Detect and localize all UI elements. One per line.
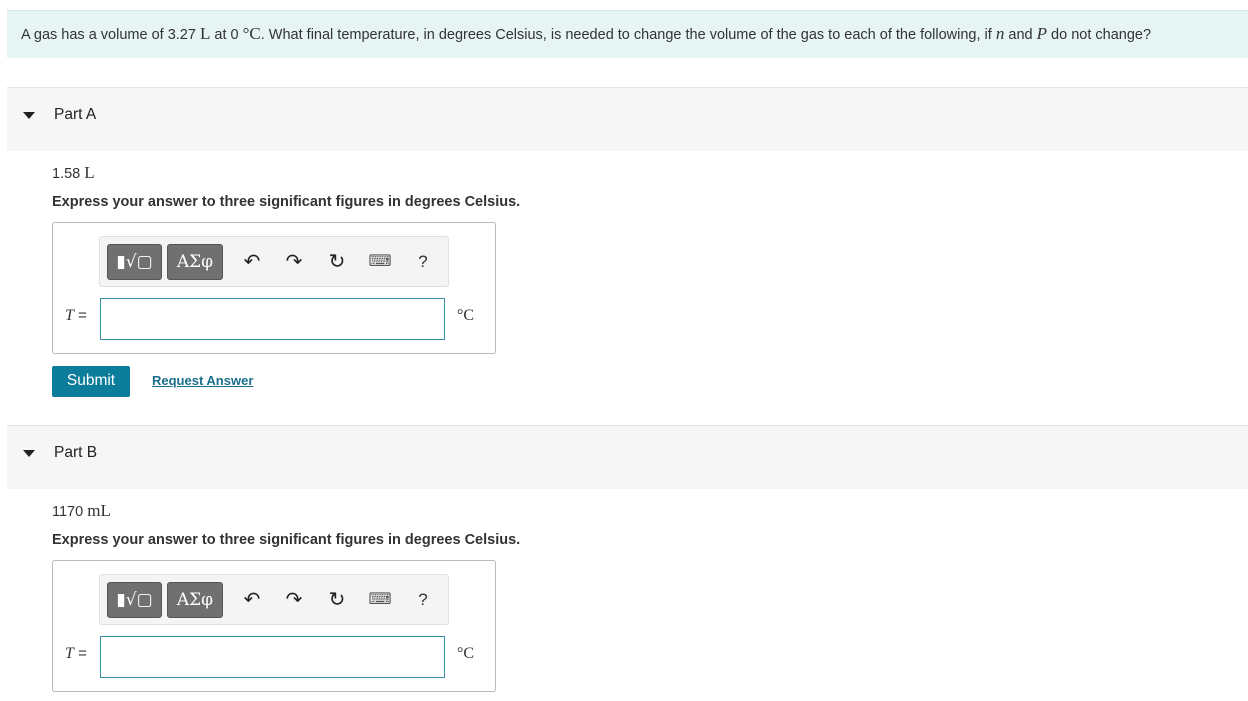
part-b-given: 1170 mL	[52, 501, 111, 521]
problem-text: and	[1008, 27, 1033, 43]
problem-text: do not change?	[1051, 27, 1152, 43]
part-b-answer-input[interactable]	[100, 636, 445, 678]
part-title: Part A	[54, 106, 97, 123]
keyboard-icon[interactable]: ⌨	[367, 587, 393, 613]
submit-button[interactable]: Submit	[52, 366, 130, 397]
answer-unit: °C	[457, 645, 475, 662]
help-icon[interactable]: ?	[410, 587, 436, 613]
given-unit: L	[84, 163, 95, 182]
undo-icon[interactable]: ↶	[239, 249, 265, 275]
part-a-given: 1.58 L	[52, 163, 95, 183]
part-a-answer-input[interactable]	[100, 298, 445, 340]
equals-sign: =	[78, 307, 87, 324]
keyboard-icon[interactable]: ⌨	[367, 249, 393, 275]
redo-icon[interactable]: ↷	[281, 587, 307, 613]
answer-variable-label: T =	[65, 645, 87, 663]
answer-unit: °C	[457, 307, 475, 324]
variable-n: n	[995, 24, 1005, 43]
undo-icon[interactable]: ↶	[239, 587, 265, 613]
reset-icon[interactable]: ↻	[324, 249, 350, 275]
problem-text: at 0	[214, 27, 239, 43]
templates-icon[interactable]: ▮√▢	[107, 582, 162, 618]
part-title: Part B	[54, 444, 98, 461]
templates-icon[interactable]: ▮√▢	[107, 244, 162, 280]
temperature-unit: °C	[242, 24, 261, 43]
variable-t: T	[65, 645, 74, 662]
problem-statement: A gas has a volume of 3.27 L at 0 °C. Wh…	[7, 10, 1248, 58]
problem-text: . What final temperature, in degrees Cel…	[260, 27, 992, 43]
part-b-header[interactable]: Part B	[7, 425, 1248, 489]
greek-symbols-button[interactable]: ΑΣφ	[167, 582, 223, 618]
given-value: 1170	[52, 504, 84, 520]
part-b-instruction: Express your answer to three significant…	[52, 532, 521, 548]
given-unit: mL	[87, 501, 111, 520]
problem-text: A gas has a volume of 3.27	[21, 27, 196, 43]
help-icon[interactable]: ?	[410, 249, 436, 275]
part-a-answer-box: ▮√▢ ΑΣφ ↶ ↷ ↻ ⌨ ? T = °C	[52, 222, 496, 354]
variable-t: T	[65, 307, 74, 324]
request-answer-link[interactable]: Request Answer	[152, 373, 253, 388]
part-a-instruction: Express your answer to three significant…	[52, 194, 521, 210]
redo-icon[interactable]: ↷	[281, 249, 307, 275]
part-b-answer-box: ▮√▢ ΑΣφ ↶ ↷ ↻ ⌨ ? T = °C	[52, 560, 496, 692]
collapse-caret-icon[interactable]	[23, 450, 35, 457]
part-a-header[interactable]: Part A	[7, 87, 1248, 151]
equals-sign: =	[78, 645, 87, 662]
greek-symbols-button[interactable]: ΑΣφ	[167, 244, 223, 280]
answer-variable-label: T =	[65, 307, 87, 325]
math-toolbar: ▮√▢ ΑΣφ ↶ ↷ ↻ ⌨ ?	[99, 236, 449, 287]
reset-icon[interactable]: ↻	[324, 587, 350, 613]
given-value: 1.58	[52, 166, 81, 182]
volume-unit: L	[199, 24, 211, 43]
math-toolbar: ▮√▢ ΑΣφ ↶ ↷ ↻ ⌨ ?	[99, 574, 449, 625]
variable-p: P	[1036, 24, 1047, 43]
collapse-caret-icon[interactable]	[23, 112, 35, 119]
